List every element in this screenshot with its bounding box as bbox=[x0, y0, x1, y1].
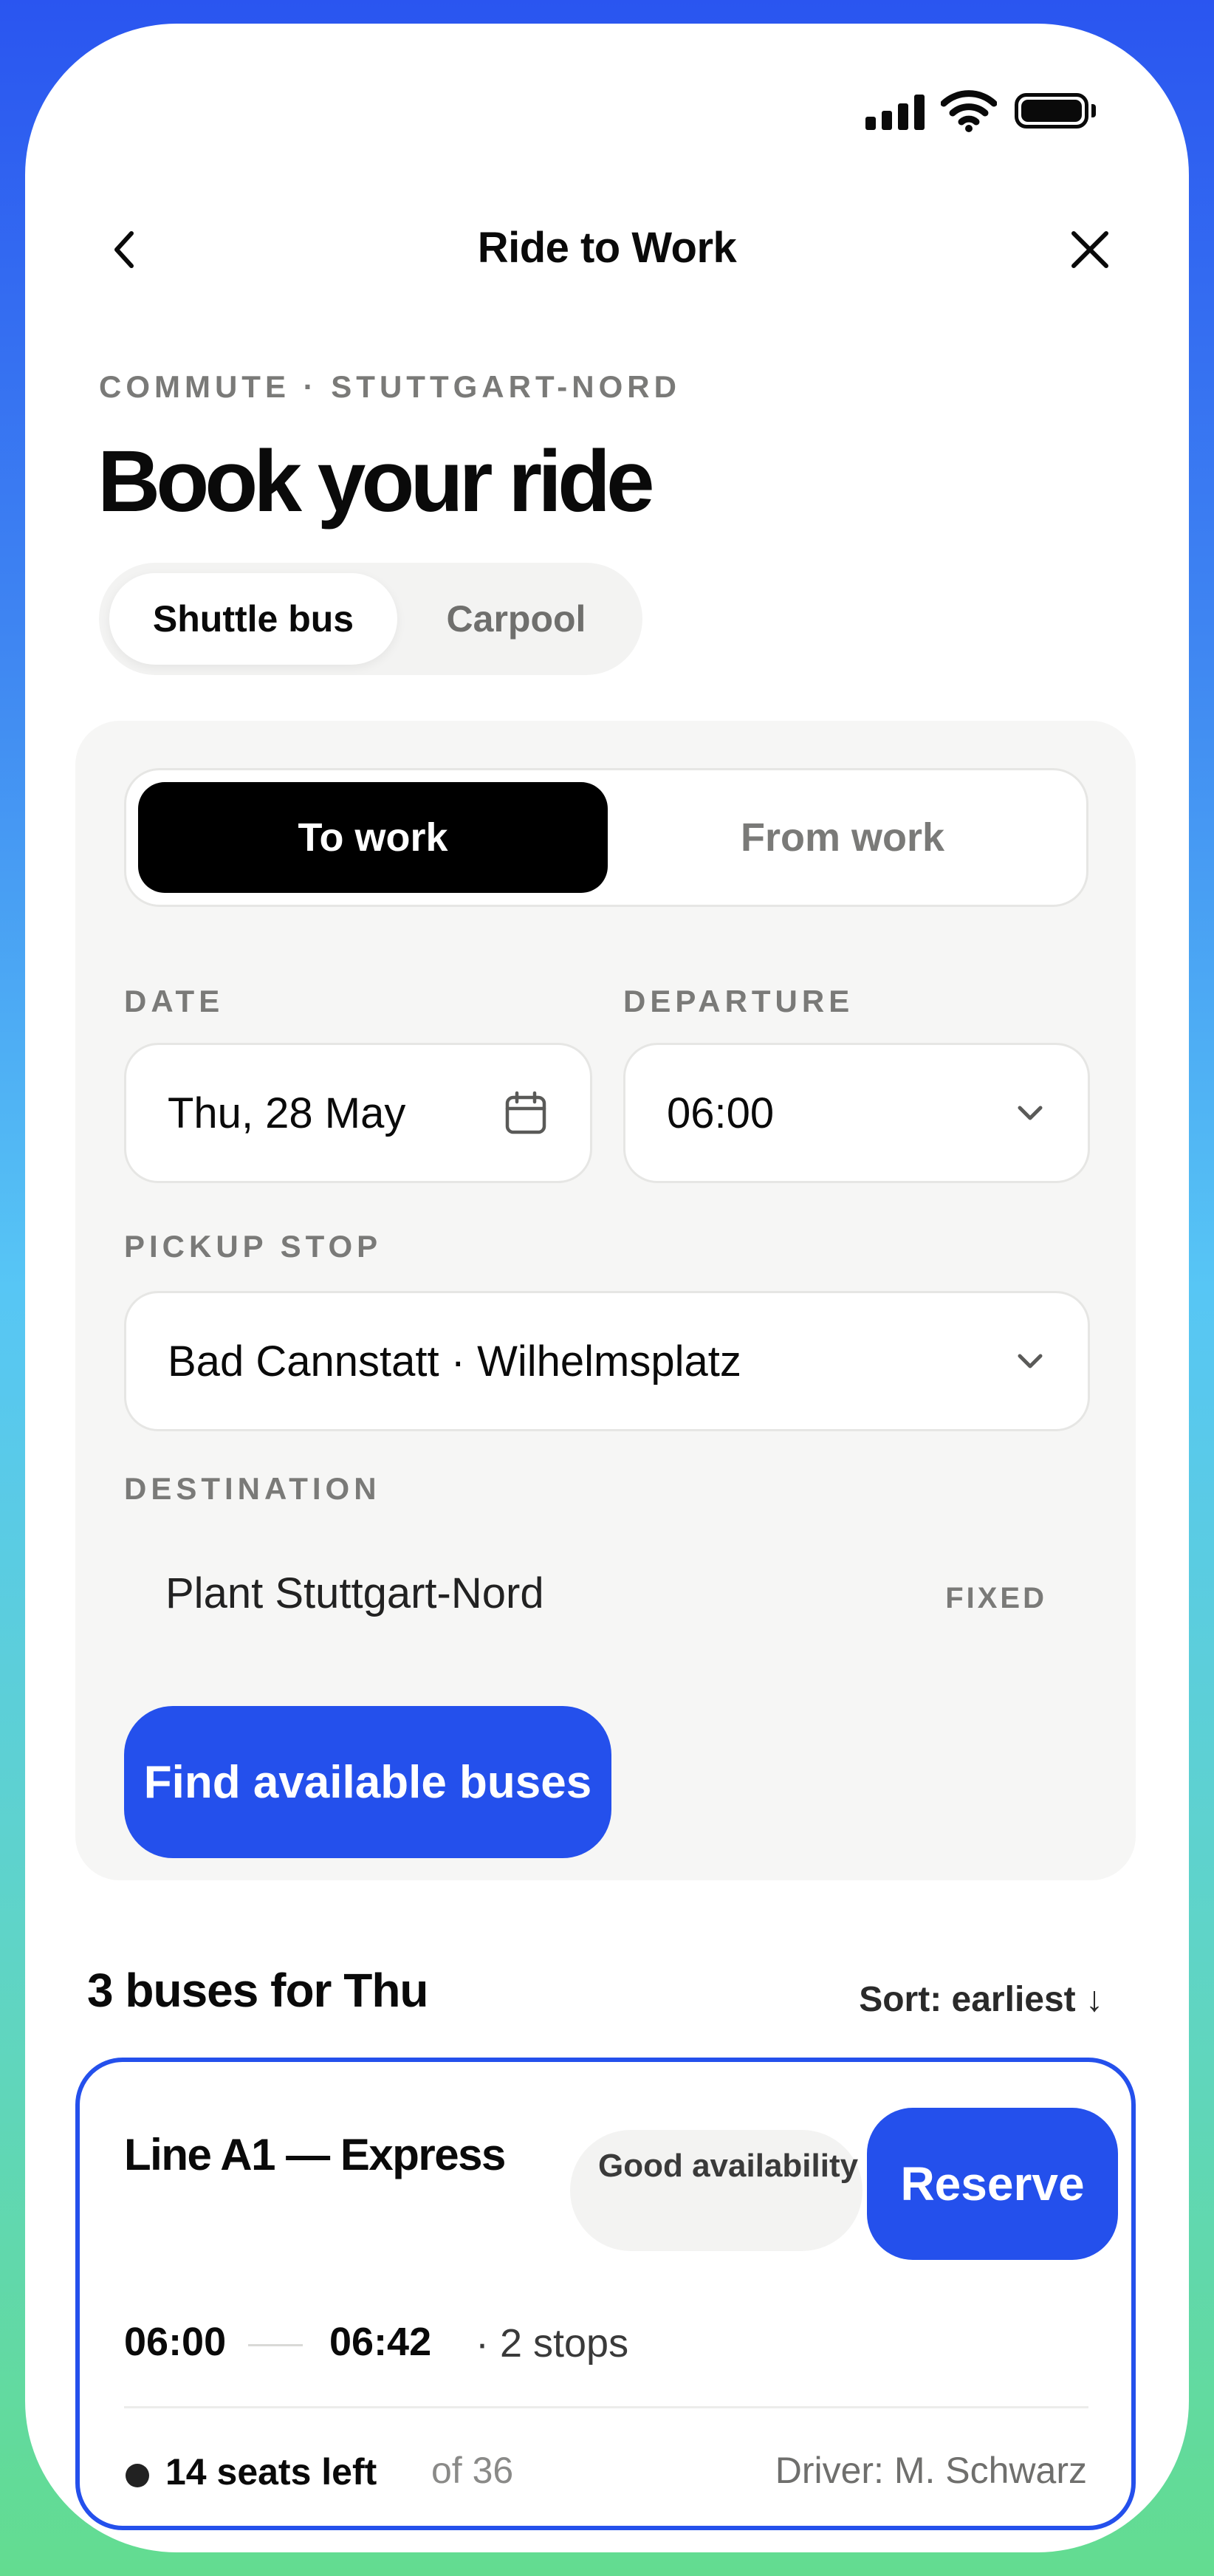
departure-select[interactable]: 06:00 bbox=[623, 1043, 1090, 1183]
pickup-value: Bad Cannstatt · Wilhelmsplatz bbox=[168, 1337, 741, 1385]
departure-label: DEPARTURE bbox=[623, 984, 854, 1018]
wifi-icon bbox=[940, 89, 998, 137]
battery-icon bbox=[1015, 93, 1096, 129]
page-title: Ride to Work bbox=[477, 224, 737, 272]
seats-left: 14 seats left bbox=[165, 2451, 377, 2493]
destination-value: Plant Stuttgart-Nord bbox=[165, 1569, 544, 1617]
tab-shuttle-bus[interactable]: Shuttle bus bbox=[109, 573, 397, 665]
close-icon bbox=[1071, 231, 1108, 268]
stops-count: · 2 stops bbox=[476, 2321, 629, 2366]
booking-form-card: To work From work DATE DEPARTURE Thu, 28… bbox=[75, 721, 1136, 1880]
commute-eyebrow: COMMUTE · STUTTGART-NORD bbox=[99, 369, 681, 404]
date-label: DATE bbox=[124, 984, 224, 1018]
depart-time: 06:00 bbox=[124, 2320, 227, 2364]
date-field[interactable]: Thu, 28 May bbox=[124, 1043, 592, 1183]
bus-line-name: Line A1 — Express bbox=[124, 2130, 506, 2179]
results-title: 3 buses for Thu bbox=[87, 1964, 428, 2017]
pickup-label: PICKUP STOP bbox=[124, 1229, 383, 1264]
find-buses-button[interactable]: Find available buses bbox=[124, 1706, 611, 1858]
tab-carpool[interactable]: Carpool bbox=[402, 573, 631, 665]
mode-tabs: Shuttle bus Carpool bbox=[99, 563, 642, 675]
time-connector bbox=[248, 2344, 303, 2346]
chevron-down-icon bbox=[1015, 1103, 1045, 1123]
arrive-time: 06:42 bbox=[329, 2320, 432, 2364]
departure-value: 06:00 bbox=[667, 1089, 775, 1137]
reserve-button[interactable]: Reserve bbox=[867, 2108, 1118, 2260]
direction-from-work[interactable]: From work bbox=[608, 782, 1077, 893]
divider bbox=[124, 2406, 1088, 2408]
app-screen: Ride to Work COMMUTE · STUTTGART-NORD Bo… bbox=[25, 24, 1189, 2552]
hero-title: Book your ride bbox=[97, 433, 655, 530]
destination-label: DESTINATION bbox=[124, 1471, 381, 1506]
pickup-select[interactable]: Bad Cannstatt · Wilhelmsplatz bbox=[124, 1291, 1090, 1431]
seat-status-dot-icon bbox=[126, 2464, 149, 2487]
driver-name: Driver: M. Schwarz bbox=[775, 2450, 1087, 2491]
calendar-icon bbox=[504, 1091, 547, 1135]
direction-to-work[interactable]: To work bbox=[138, 782, 608, 893]
device-frame: Ride to Work COMMUTE · STUTTGART-NORD Bo… bbox=[0, 0, 1214, 2576]
date-value: Thu, 28 May bbox=[168, 1089, 406, 1137]
close-button[interactable] bbox=[1060, 220, 1119, 279]
bus-card[interactable]: Line A1 — Express Good availability Rese… bbox=[75, 2058, 1136, 2530]
fixed-badge: FIXED bbox=[945, 1582, 1047, 1614]
chevron-down-icon bbox=[1015, 1352, 1045, 1371]
availability-badge: Good availability bbox=[570, 2130, 863, 2251]
direction-toggle: To work From work bbox=[124, 768, 1088, 907]
sort-button[interactable]: Sort: earliest ↓ bbox=[859, 1979, 1103, 2020]
seats-total: of 36 bbox=[431, 2450, 514, 2491]
